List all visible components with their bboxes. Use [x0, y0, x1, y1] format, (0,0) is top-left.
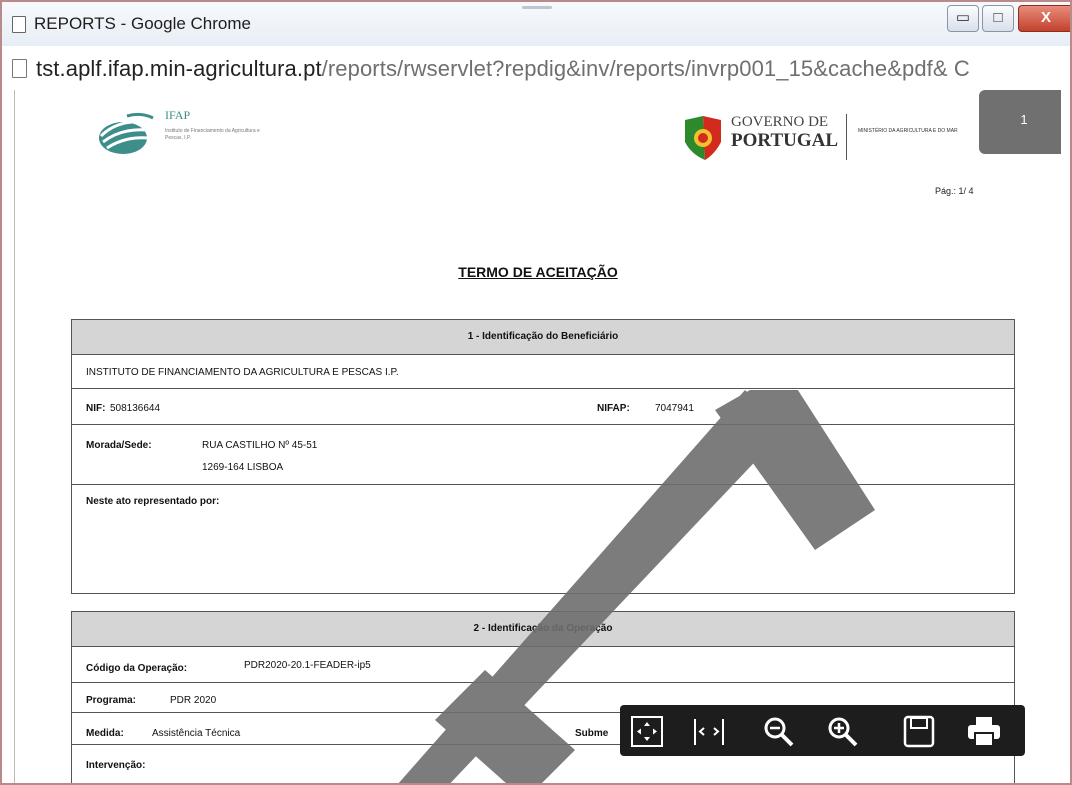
code-value: PDR2020-20.1-FEADER-ip5 [244, 660, 371, 671]
program-label: Programa: [86, 695, 137, 706]
minimize-button[interactable]: ▭ [947, 5, 979, 32]
measure-value: Assistência Técnica [152, 728, 241, 739]
represented-label: Neste ato representado por: [86, 496, 220, 507]
address-line2: 1269-164 LISBOA [202, 462, 284, 473]
nifap-value: 7047941 [655, 403, 694, 414]
browser-window: REPORTS - Google Chrome ▭ □ X tst.aplf.i… [0, 0, 1072, 785]
code-label: Código da Operação: [86, 663, 188, 674]
close-button[interactable]: X [1018, 5, 1070, 32]
print-icon[interactable] [965, 715, 1003, 748]
submission-label: Subme [575, 728, 609, 739]
header-divider [846, 114, 847, 160]
page-indicator: 1 [979, 90, 1061, 154]
pdf-viewer: IFAP Instituto de Financiamento da Agric… [14, 90, 1061, 783]
measure-label: Medida: [86, 728, 124, 739]
gov-line2: PORTUGAL [731, 130, 839, 151]
url-path: /reports/rwservlet?repdig&inv/reports/in… [321, 56, 970, 81]
url-host: tst.aplf.ifap.min-agricultura.pt [36, 56, 322, 81]
section-beneficiary: 1 - Identificação do Beneficiário INSTIT… [71, 319, 1015, 594]
section-heading: 1 - Identificação do Beneficiário [72, 320, 1014, 355]
document-title: TERMO DE ACEITAÇÃO [458, 264, 618, 280]
nifap-label: NIFAP: [597, 403, 630, 414]
ifap-logo-icon [99, 112, 154, 154]
table-row [72, 646, 1014, 683]
nif-label: NIF: [86, 403, 106, 414]
page-icon [12, 16, 26, 33]
ifap-name: IFAP [165, 108, 191, 122]
zoom-out-icon[interactable] [760, 715, 798, 748]
intervention-label: Intervenção: [86, 760, 146, 771]
window-title: REPORTS - Google Chrome [34, 14, 251, 33]
title-grip [522, 6, 552, 9]
beneficiary-name: INSTITUTO DE FINANCIAMENTO DA AGRICULTUR… [86, 367, 399, 378]
ministry-name: MINISTÉRIO DA AGRICULTURA E DO MAR [858, 128, 958, 134]
address-line1: RUA CASTILHO Nº 45-51 [202, 440, 318, 451]
table-row [72, 390, 1014, 425]
address-bar[interactable]: tst.aplf.ifap.min-agricultura.pt/reports… [12, 54, 1070, 84]
portugal-emblem-icon [685, 116, 721, 160]
fit-page-icon[interactable] [628, 715, 666, 748]
ifap-subtitle: Instituto de Financiamento da Agricultur… [165, 128, 260, 141]
nif-value: 508136644 [110, 403, 161, 414]
section-operation: 2 - Identificação da Operação Código da … [71, 611, 1015, 783]
page-icon [12, 59, 27, 78]
save-icon[interactable] [900, 715, 938, 748]
gov-line1: GOVERNO DE [731, 114, 829, 130]
maximize-button[interactable]: □ [982, 5, 1014, 32]
section-heading: 2 - Identificação da Operação [72, 612, 1014, 647]
pdf-toolbar [620, 705, 1025, 756]
fit-width-icon[interactable] [690, 715, 728, 748]
program-value: PDR 2020 [170, 695, 217, 706]
page-number: Pág.: 1/ 4 [935, 186, 974, 196]
title-bar: REPORTS - Google Chrome ▭ □ X [2, 2, 1070, 46]
url-text[interactable]: tst.aplf.ifap.min-agricultura.pt/reports… [36, 56, 970, 82]
zoom-in-icon[interactable] [824, 715, 862, 748]
pdf-page: IFAP Instituto de Financiamento da Agric… [15, 90, 1061, 783]
table-row [72, 426, 1014, 485]
address-label: Morada/Sede: [86, 440, 152, 451]
